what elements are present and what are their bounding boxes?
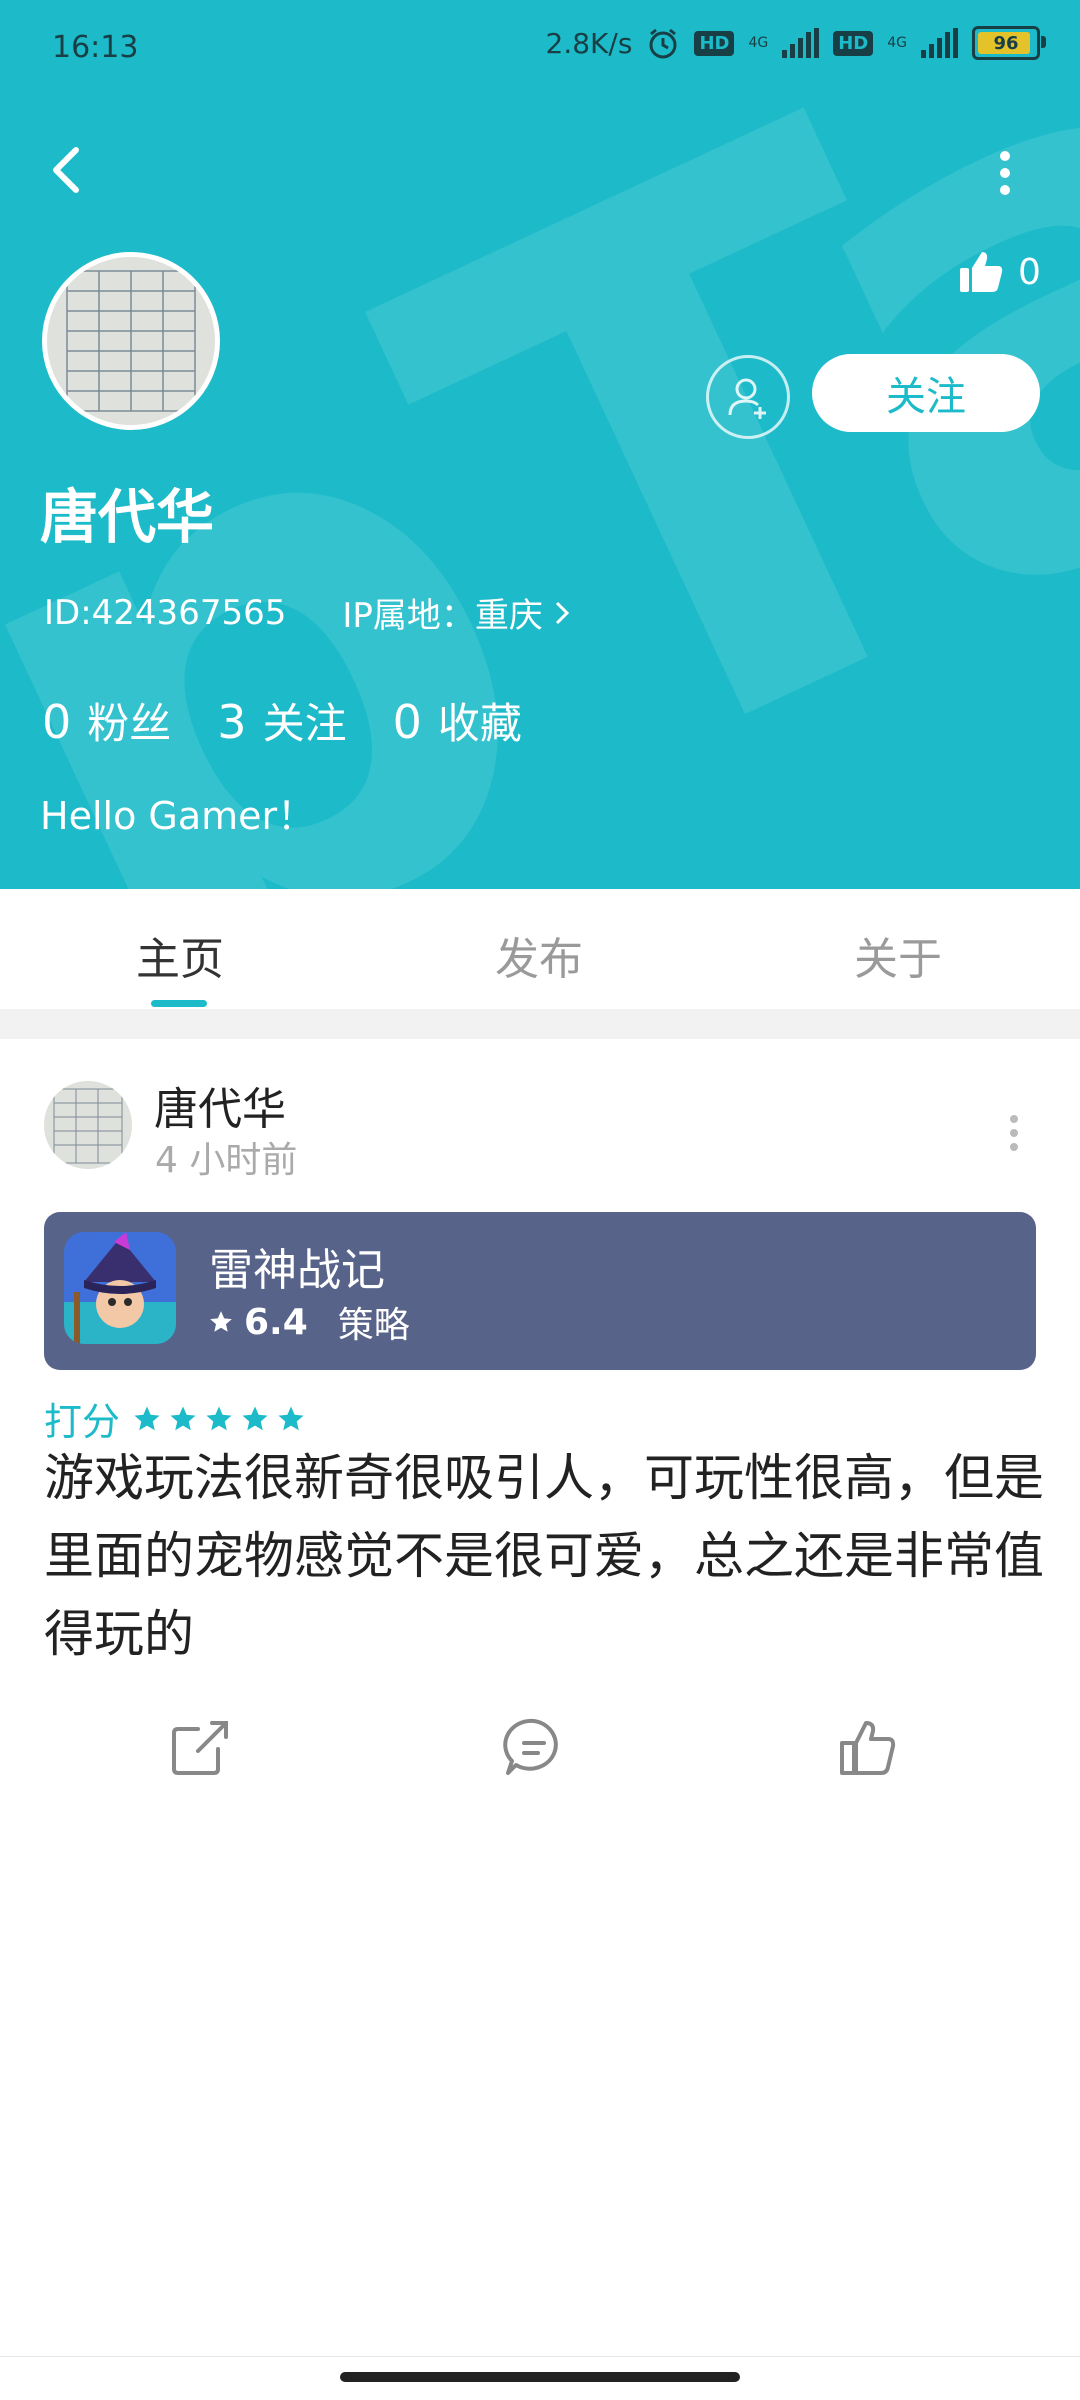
comment-icon[interactable] (502, 1715, 566, 1779)
network-type-2: 4G (887, 35, 907, 51)
post-avatar[interactable] (44, 1081, 132, 1169)
game-score: 6.4 (244, 1301, 308, 1343)
rating-stars (132, 1404, 306, 1434)
avatar-image (47, 257, 215, 425)
add-friend-icon (728, 378, 766, 419)
stat-followers[interactable]: 0 粉丝 (42, 690, 171, 751)
game-name: 雷神战记 (209, 1245, 385, 1296)
tab-home[interactable]: 主页 (136, 923, 224, 987)
like-icon[interactable] (836, 1715, 900, 1779)
back-icon[interactable] (40, 140, 100, 200)
home-indicator[interactable] (340, 2372, 740, 2382)
post-more-icon[interactable] (1004, 1109, 1024, 1159)
star-icon (170, 1406, 196, 1430)
game-icon-image (64, 1232, 176, 1344)
profile-tabs: 主页 发布 关于 (0, 889, 1080, 1011)
battery-icon: 96 (972, 26, 1046, 60)
signal-icon-2 (921, 28, 958, 58)
network-speed: 2.8K/s (545, 26, 633, 60)
tab-about[interactable]: 关于 (854, 923, 942, 987)
star-icon (206, 1406, 232, 1430)
stat-following[interactable]: 3 关注 (217, 690, 346, 751)
active-tab-indicator (151, 1000, 207, 1007)
alarm-icon (649, 28, 677, 59)
game-meta: 6.4 策略 (208, 1296, 410, 1348)
hd-badge-1: HD (694, 30, 735, 56)
share-icon[interactable] (168, 1715, 232, 1779)
avatar[interactable] (42, 252, 220, 430)
profile-likes[interactable]: 0 (958, 250, 1041, 294)
profile-header: pTa 16:13 2.8K/s HD 4G HD 4G 96 0 关注 唐代华… (0, 0, 1080, 889)
thumb-up-icon (960, 252, 1003, 292)
game-icon (64, 1232, 176, 1344)
hd-badge-2: HD (833, 30, 874, 56)
follow-button[interactable]: 关注 (812, 354, 1040, 432)
profile-name: 唐代华 (40, 483, 215, 551)
likes-count: 0 (1018, 251, 1041, 293)
status-time: 16:13 (52, 30, 139, 65)
stat-favorites[interactable]: 0 收藏 (393, 690, 522, 751)
post-actions (0, 1705, 1080, 1785)
ip-location-label: IP属地：重庆 (342, 596, 543, 636)
more-icon[interactable] (990, 148, 1020, 198)
game-card[interactable]: 雷神战记 6.4 策略 (44, 1212, 1036, 1370)
review-text[interactable]: 游戏玩法很新奇很吸引人，可玩性很高，但是里面的宠物感觉不是很可爱，总之还是非常值… (44, 1439, 1044, 1673)
ip-location[interactable]: IP属地：重庆 (342, 588, 571, 637)
add-friend-button[interactable] (706, 355, 790, 439)
status-bar: 16:13 2.8K/s HD 4G HD 4G 96 (0, 0, 1080, 100)
chevron-right-icon (555, 601, 570, 624)
user-id: ID:424367565 (44, 592, 287, 633)
profile-stats: 0 粉丝 3 关注 0 收藏 (42, 690, 522, 751)
network-type-1: 4G (748, 35, 769, 51)
rating-label: 打分 (44, 1400, 121, 1444)
star-icon (210, 1311, 232, 1332)
star-icon (242, 1406, 268, 1430)
profile-bio: Hello Gamer！ (40, 794, 316, 838)
section-divider (0, 1009, 1080, 1039)
status-icons: 2.8K/s HD 4G HD 4G 96 (545, 26, 1046, 60)
post-author[interactable]: 唐代华 (154, 1073, 286, 1137)
post-avatar-image (44, 1081, 132, 1169)
nav-divider (0, 2356, 1080, 2357)
post-time: 4 小时前 (155, 1140, 298, 1181)
game-genre: 策略 (337, 1305, 410, 1346)
tab-posts[interactable]: 发布 (495, 923, 583, 987)
signal-icon-1 (782, 28, 820, 58)
rating-row: 打分 (44, 1391, 306, 1446)
star-icon (278, 1406, 304, 1430)
star-icon (134, 1406, 160, 1430)
profile-id-line: ID:424367565 IP属地：重庆 (44, 588, 571, 637)
